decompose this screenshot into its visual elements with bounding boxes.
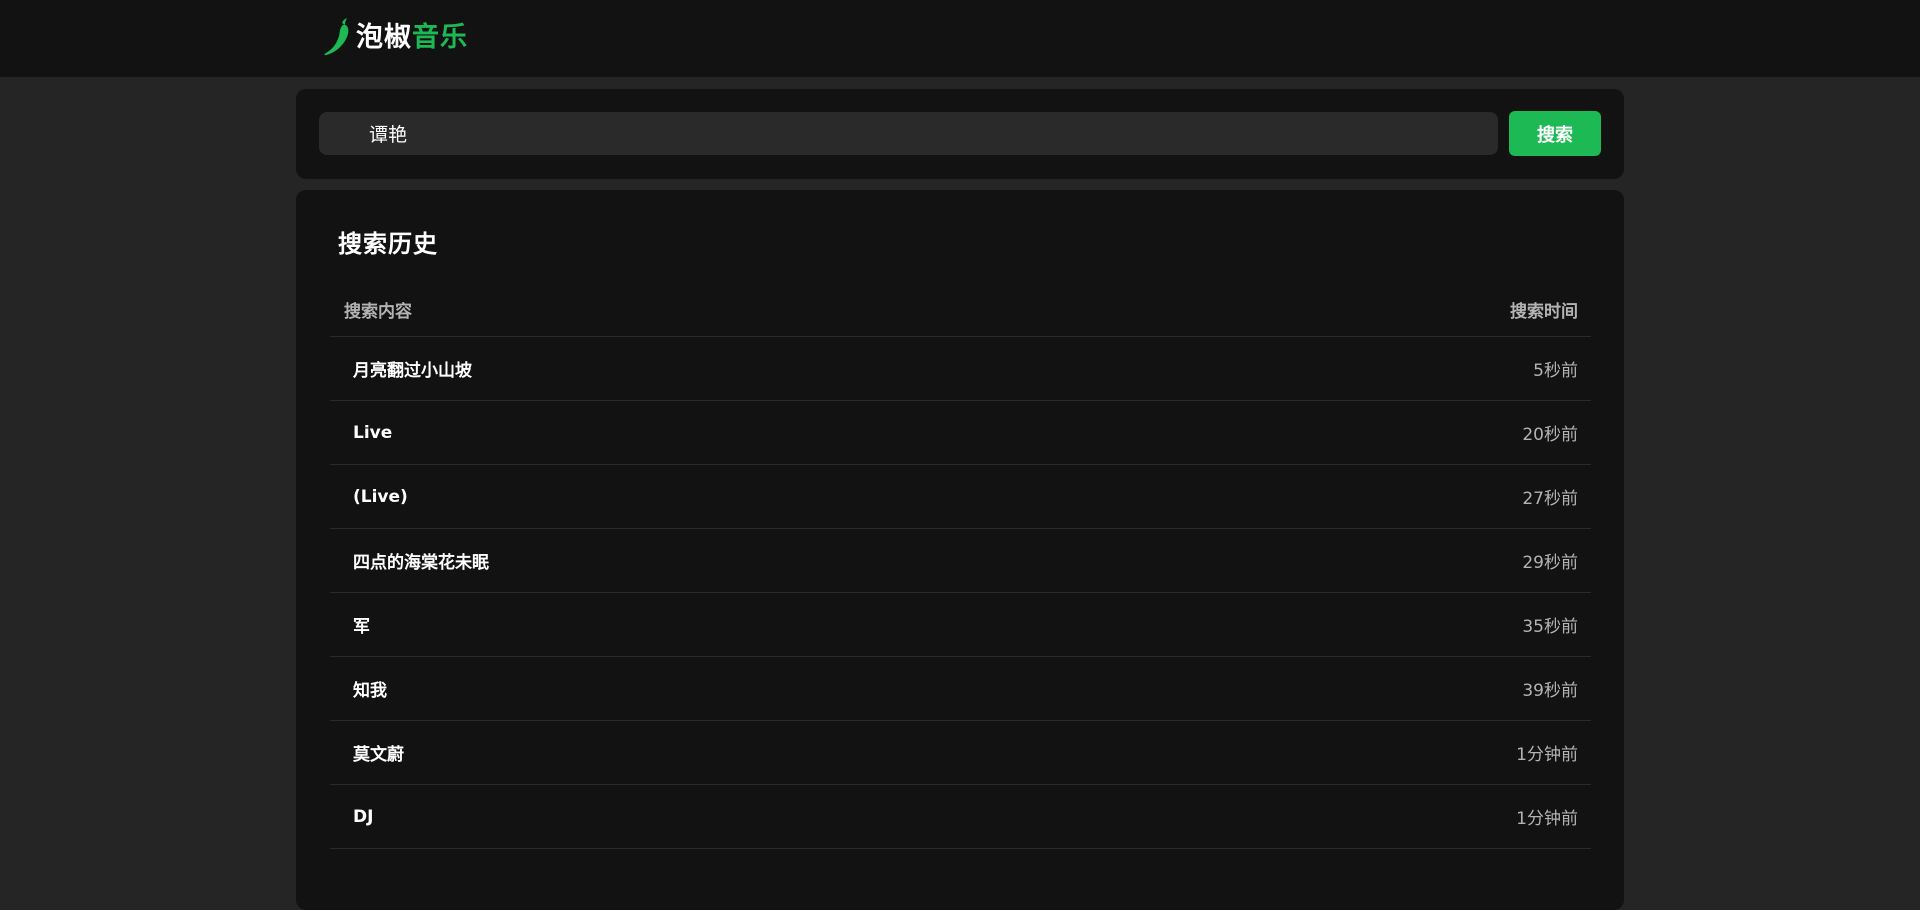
history-time: 35秒前 xyxy=(1522,617,1578,637)
table-row[interactable]: (Live) 27秒前 xyxy=(330,465,1591,529)
history-time: 5秒前 xyxy=(1533,361,1578,381)
history-query: 知我 xyxy=(353,681,387,701)
table-row[interactable]: 知我 39秒前 xyxy=(330,657,1591,721)
top-navbar: 泡椒音乐 xyxy=(0,0,1920,77)
table-row[interactable]: 莫文蔚 1分钟前 xyxy=(330,721,1591,785)
history-query: 月亮翻过小山坡 xyxy=(353,361,472,381)
search-button[interactable]: 搜索 xyxy=(1509,111,1601,156)
history-query: 莫文蔚 xyxy=(353,745,404,765)
table-header: 搜索内容 搜索时间 xyxy=(330,283,1591,337)
history-query: 军 xyxy=(353,617,370,637)
history-query: Live xyxy=(353,422,393,443)
app-logo[interactable]: 泡椒音乐 xyxy=(322,18,468,58)
app-name-part2: 音乐 xyxy=(412,22,468,53)
table-row[interactable]: 军 35秒前 xyxy=(330,593,1591,657)
table-row[interactable]: Live 20秒前 xyxy=(330,401,1591,465)
history-time: 1分钟前 xyxy=(1516,809,1578,829)
search-panel: 搜索 xyxy=(296,89,1624,179)
history-time: 27秒前 xyxy=(1522,489,1578,509)
chili-pepper-icon xyxy=(324,18,349,56)
history-time: 39秒前 xyxy=(1522,681,1578,701)
column-header-query: 搜索内容 xyxy=(344,302,412,322)
history-query: DJ xyxy=(353,806,374,827)
table-row[interactable]: DJ 1分钟前 xyxy=(330,785,1591,849)
table-row[interactable]: 四点的海棠花未眠 29秒前 xyxy=(330,529,1591,593)
history-query: 四点的海棠花未眠 xyxy=(353,553,489,573)
app-name: 泡椒音乐 xyxy=(356,18,468,58)
history-table: 搜索内容 搜索时间 月亮翻过小山坡 5秒前 Live 20秒前 (Live) 2… xyxy=(330,283,1591,849)
search-history-panel: 搜索历史 搜索内容 搜索时间 月亮翻过小山坡 5秒前 Live 20秒前 (Li… xyxy=(296,190,1624,910)
history-title: 搜索历史 xyxy=(338,230,438,258)
search-input[interactable] xyxy=(319,112,1498,155)
history-time: 29秒前 xyxy=(1522,553,1578,573)
column-header-time: 搜索时间 xyxy=(1510,302,1578,322)
app-name-part1: 泡椒 xyxy=(356,22,412,53)
table-row[interactable]: 月亮翻过小山坡 5秒前 xyxy=(330,337,1591,401)
history-time: 20秒前 xyxy=(1522,425,1578,445)
history-time: 1分钟前 xyxy=(1516,745,1578,765)
history-query: (Live) xyxy=(353,486,408,507)
